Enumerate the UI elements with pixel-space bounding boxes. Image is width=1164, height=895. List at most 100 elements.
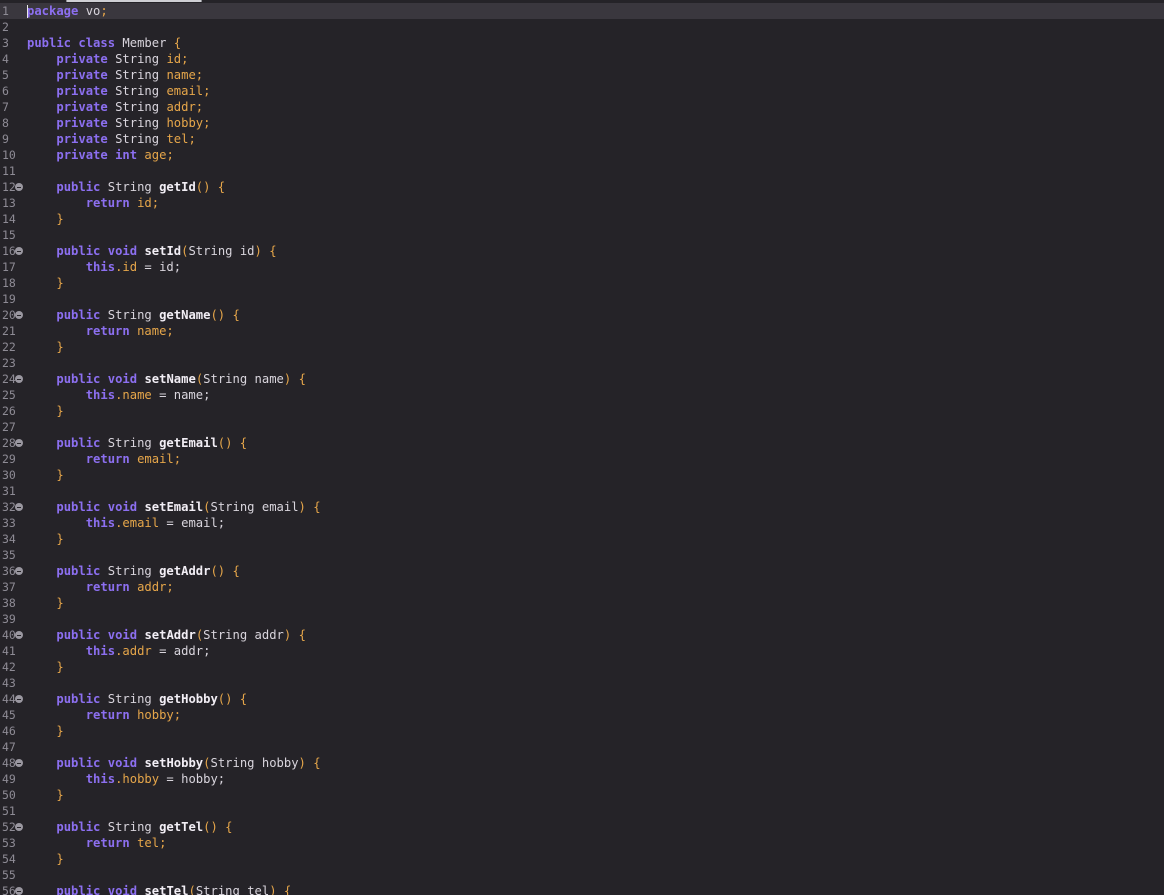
code-line[interactable]: 50 } xyxy=(0,787,1164,803)
code-line[interactable]: 44 public String getHobby() { xyxy=(0,691,1164,707)
code-line[interactable]: 13 return id; xyxy=(0,195,1164,211)
code-line[interactable]: 18 } xyxy=(0,275,1164,291)
collapse-circle-icon[interactable] xyxy=(15,759,23,767)
code-line[interactable]: 5 private String name; xyxy=(0,67,1164,83)
code-token: } xyxy=(56,852,64,866)
code-line[interactable]: 27 xyxy=(0,419,1164,435)
code-text: public String getHobby() { xyxy=(27,691,247,707)
line-number: 15 xyxy=(2,228,16,242)
code-token: hobby xyxy=(261,756,299,770)
code-line[interactable]: 3 public class Member { xyxy=(0,35,1164,51)
code-token: String xyxy=(210,756,262,770)
code-line[interactable]: 21 return name; xyxy=(0,323,1164,339)
collapse-circle-icon[interactable] xyxy=(15,695,23,703)
code-token: public xyxy=(56,692,101,706)
tooltip-popup-edge xyxy=(66,0,202,2)
code-token: } xyxy=(56,276,64,290)
code-line[interactable]: 46 } xyxy=(0,723,1164,739)
code-line[interactable]: 8 private String hobby; xyxy=(0,115,1164,131)
code-token: private xyxy=(56,148,108,162)
code-line[interactable]: 43 xyxy=(0,675,1164,691)
code-line[interactable]: 34 } xyxy=(0,531,1164,547)
code-line[interactable]: 33 this.email = email; xyxy=(0,515,1164,531)
code-text: this.id = id; xyxy=(27,259,181,275)
code-line[interactable]: 47 xyxy=(0,739,1164,755)
code-line[interactable]: 11 xyxy=(0,163,1164,179)
code-token: this xyxy=(85,516,116,530)
code-token: name xyxy=(254,372,284,386)
code-line[interactable]: 35 xyxy=(0,547,1164,563)
code-line[interactable]: 45 return hobby; xyxy=(0,707,1164,723)
code-line[interactable]: 42 } xyxy=(0,659,1164,675)
collapse-circle-icon[interactable] xyxy=(15,247,23,255)
code-line[interactable]: 37 return addr; xyxy=(0,579,1164,595)
code-token: public xyxy=(27,36,72,50)
collapse-circle-icon[interactable] xyxy=(15,631,23,639)
collapse-circle-icon[interactable] xyxy=(15,375,23,383)
code-text: return email; xyxy=(27,451,181,467)
code-line[interactable]: 32 public void setEmail(String email) { xyxy=(0,499,1164,515)
collapse-circle-icon[interactable] xyxy=(15,823,23,831)
code-text: public String getAddr() { xyxy=(27,563,239,579)
code-text: } xyxy=(27,659,63,675)
code-line[interactable]: 23 xyxy=(0,355,1164,371)
code-line[interactable]: 30 } xyxy=(0,467,1164,483)
code-line[interactable]: 9 private String tel; xyxy=(0,131,1164,147)
code-line[interactable]: 24 public void setName(String name) { xyxy=(0,371,1164,387)
code-text: return name; xyxy=(27,323,174,339)
code-line[interactable]: 20 public String getName() { xyxy=(0,307,1164,323)
code-line[interactable]: 36 public String getAddr() { xyxy=(0,563,1164,579)
code-line[interactable]: 19 xyxy=(0,291,1164,307)
line-number: 30 xyxy=(2,468,16,482)
code-editor[interactable]: 1 package vo; 2 3 public class Member {4 pri… xyxy=(0,0,1164,895)
code-line[interactable]: 40 public void setAddr(String addr) { xyxy=(0,627,1164,643)
code-line[interactable]: 1 package vo; xyxy=(0,3,1164,19)
code-text: return hobby; xyxy=(27,707,181,723)
line-number: 1 xyxy=(2,4,9,18)
code-line[interactable]: 25 this.name = name; xyxy=(0,387,1164,403)
code-text: return tel; xyxy=(27,835,167,851)
code-line[interactable]: 14 } xyxy=(0,211,1164,227)
collapse-circle-icon[interactable] xyxy=(15,567,23,575)
code-line[interactable]: 12 public String getId() { xyxy=(0,179,1164,195)
code-token: String xyxy=(195,884,248,895)
code-line[interactable]: 17 this.id = id; xyxy=(0,259,1164,275)
collapse-circle-icon[interactable] xyxy=(15,503,23,511)
code-line[interactable]: 6 private String email; xyxy=(0,83,1164,99)
code-line[interactable]: 48 public void setHobby(String hobby) { xyxy=(0,755,1164,771)
collapse-circle-icon[interactable] xyxy=(15,311,23,319)
code-line[interactable]: 26 } xyxy=(0,403,1164,419)
code-line[interactable]: 10 private int age; xyxy=(0,147,1164,163)
code-line[interactable]: 55 xyxy=(0,867,1164,883)
code-line[interactable]: 51 xyxy=(0,803,1164,819)
code-line[interactable]: 52 public String getTel() { xyxy=(0,819,1164,835)
code-line[interactable]: 29 return email; xyxy=(0,451,1164,467)
code-line[interactable]: 49 this.hobby = hobby; xyxy=(0,771,1164,787)
code-line[interactable]: 41 this.addr = addr; xyxy=(0,643,1164,659)
code-line[interactable]: 2 xyxy=(0,19,1164,35)
code-line[interactable]: 53 return tel; xyxy=(0,835,1164,851)
code-line[interactable]: 15 xyxy=(0,227,1164,243)
code-text: public String getName() { xyxy=(27,307,239,323)
code-line[interactable]: 28 public String getEmail() { xyxy=(0,435,1164,451)
collapse-circle-icon[interactable] xyxy=(15,887,23,895)
code-line[interactable]: 16 public void setId(String id) { xyxy=(0,243,1164,259)
code-line[interactable]: 54 } xyxy=(0,851,1164,867)
code-line[interactable]: 22 } xyxy=(0,339,1164,355)
collapse-circle-icon[interactable] xyxy=(15,439,23,447)
code-line[interactable]: 38 } xyxy=(0,595,1164,611)
code-token: void xyxy=(107,628,138,642)
code-token: tel; xyxy=(129,836,167,850)
code-token: public xyxy=(56,308,101,322)
code-line[interactable]: 31 xyxy=(0,483,1164,499)
collapse-circle-icon[interactable] xyxy=(15,183,23,191)
code-line[interactable]: 56 public void setTel(String tel) { xyxy=(0,883,1164,895)
code-token: setEmail xyxy=(144,500,204,514)
code-line[interactable]: 7 private String addr; xyxy=(0,99,1164,115)
code-token: this xyxy=(85,260,116,274)
code-line[interactable]: 39 xyxy=(0,611,1164,627)
code-line[interactable]: 4 private String id; xyxy=(0,51,1164,67)
